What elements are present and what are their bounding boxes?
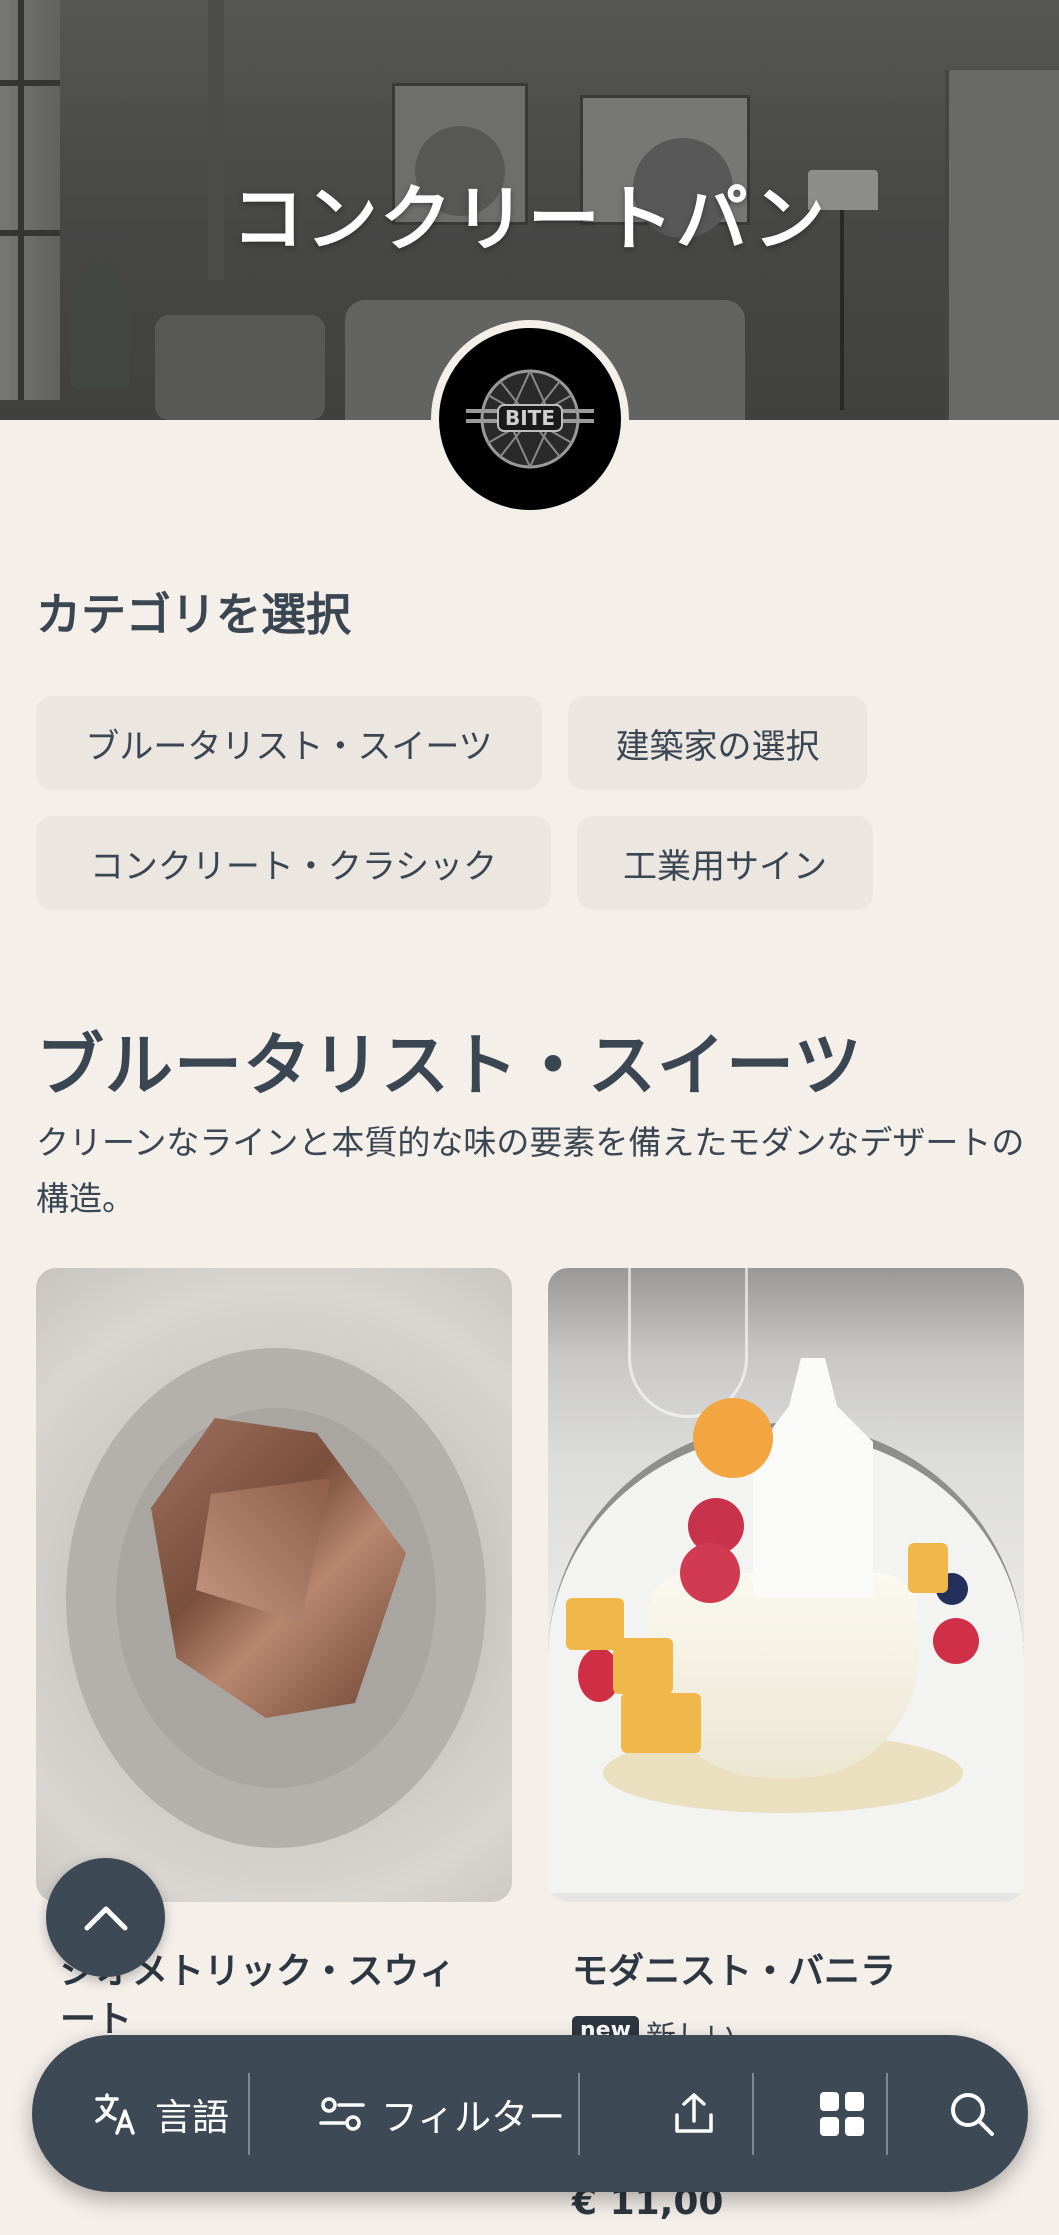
product-name[interactable]: モダニスト・バニラ (572, 1948, 992, 1996)
filter-icon (319, 2096, 365, 2131)
language-label: 言語 (155, 2095, 229, 2139)
bite-logo-icon: BITE (466, 368, 594, 470)
section-title: ブルータリスト・スイーツ (36, 1027, 863, 1106)
language-button[interactable]: 言語 (72, 2035, 250, 2192)
logo-text: BITE (505, 406, 555, 430)
category-chip-label: 建築家の選択 (615, 726, 820, 767)
scroll-to-top-button[interactable] (46, 1858, 165, 1977)
search-icon (951, 2092, 994, 2136)
category-chip-label: 工業用サイン (623, 846, 827, 887)
share-icon (675, 2092, 713, 2133)
category-chip-brutalist-sweets[interactable]: ブルータリスト・スイーツ (36, 696, 542, 790)
category-chip-label: コンクリート・クラシック (89, 846, 498, 887)
filter-button[interactable]: フィルター (292, 2035, 592, 2192)
category-chip-label: ブルータリスト・スイーツ (85, 726, 493, 767)
product-image-geometric-sweet[interactable] (36, 1268, 512, 1902)
category-chip-industrial-signature[interactable]: 工業用サイン (577, 816, 873, 910)
search-button[interactable] (922, 2035, 1022, 2192)
grid-icon (820, 2091, 864, 2136)
restaurant-logo: BITE (431, 320, 629, 518)
bottom-toolbar: 言語 フィルター (32, 2035, 1028, 2192)
grid-view-button[interactable] (782, 2035, 902, 2192)
filter-label: フィルター (380, 2095, 566, 2139)
category-heading: カテゴリを選択 (36, 588, 352, 641)
chevron-up-icon (84, 1906, 127, 1930)
category-chip-concrete-classics[interactable]: コンクリート・クラシック (36, 816, 551, 910)
product-image-modernist-vanilla[interactable] (548, 1268, 1024, 1902)
section-description: クリーンなラインと本質的な味の要素を備えたモダンなデザートの構造。 (36, 1123, 1025, 1218)
share-button[interactable] (634, 2035, 754, 2192)
category-chip-architects-choice[interactable]: 建築家の選択 (568, 696, 867, 790)
translate-icon (95, 2092, 135, 2135)
restaurant-name: コンクリートパン (231, 177, 828, 261)
